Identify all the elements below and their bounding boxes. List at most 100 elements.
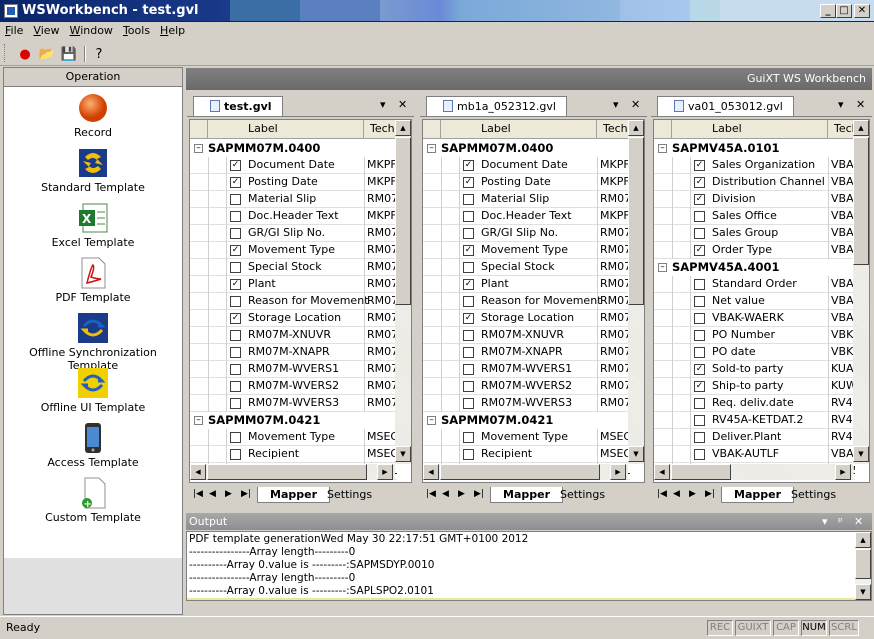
group-row[interactable]: – SAPMV45A.4001 [654, 259, 855, 276]
grid-vscroll[interactable]: ▲ ▼ [395, 120, 411, 464]
table-row[interactable]: Sales Office VBAK [654, 208, 855, 225]
field-checkbox[interactable]: ✓ [694, 194, 705, 205]
bottom-tab-settings[interactable]: Settings [548, 487, 617, 503]
field-checkbox[interactable]: ✓ [463, 313, 474, 324]
table-row[interactable]: RM07M-XNUVR RM07 [190, 327, 397, 344]
panel-close-icon[interactable]: ✕ [398, 98, 407, 111]
operation-excel-template[interactable]: X Excel Template [4, 202, 182, 257]
field-checkbox[interactable] [694, 330, 705, 341]
field-checkbox[interactable]: ✓ [230, 245, 241, 256]
table-row[interactable]: Standard Order VBAK [654, 276, 855, 293]
scroll-up-button[interactable]: ▲ [628, 120, 644, 136]
output-pin-icon[interactable]: ᵖ [838, 513, 843, 530]
field-checkbox[interactable] [230, 194, 241, 205]
field-checkbox[interactable] [230, 364, 241, 375]
field-checkbox[interactable]: ✓ [230, 279, 241, 290]
hscroll-thumb[interactable] [207, 464, 367, 480]
field-checkbox[interactable] [463, 347, 474, 358]
field-checkbox[interactable]: ✓ [694, 177, 705, 188]
mapping-grid[interactable]: Label Tech – SAPMV45A.0101 ✓ Sales Organizati… [653, 119, 870, 483]
field-checkbox[interactable]: ✓ [694, 381, 705, 392]
field-checkbox[interactable] [463, 449, 474, 460]
menu-help[interactable]: Help [155, 22, 190, 39]
table-row[interactable]: ✓ Document Date MKPF [423, 157, 630, 174]
field-checkbox[interactable] [694, 313, 705, 324]
table-row[interactable]: GR/GI Slip No. RM07 [190, 225, 397, 242]
column-header-label[interactable]: Label [672, 120, 828, 139]
output-scroll-thumb[interactable] [855, 549, 871, 579]
collapse-icon[interactable]: – [194, 416, 203, 425]
field-checkbox[interactable] [230, 347, 241, 358]
table-row[interactable]: Deliver.Plant RV45 [654, 429, 855, 446]
maximize-button[interactable]: □ [836, 4, 852, 18]
table-row[interactable]: Net value VBAK [654, 293, 855, 310]
table-row[interactable]: RM07M-WVERS1 RM07 [190, 361, 397, 378]
table-row[interactable]: Material Slip RM07 [190, 191, 397, 208]
bottom-tab-settings[interactable]: Settings [315, 487, 384, 503]
table-row[interactable]: RM07M-WVERS2 RM07 [423, 378, 630, 395]
field-checkbox[interactable] [694, 347, 705, 358]
menu-file[interactable]: File [0, 22, 28, 39]
table-row[interactable]: ✓ Document Date MKPF [190, 157, 397, 174]
field-checkbox[interactable] [463, 194, 474, 205]
field-checkbox[interactable]: ✓ [463, 245, 474, 256]
field-checkbox[interactable]: ✓ [694, 245, 705, 256]
panel-close-icon[interactable]: ✕ [856, 98, 865, 111]
operation-offline-ui-template[interactable]: Offline UI Template [4, 367, 182, 422]
scroll-thumb[interactable] [853, 137, 869, 265]
scroll-left-button[interactable]: ◀ [423, 464, 439, 480]
prev-tab-icon[interactable]: ◀ [673, 489, 680, 499]
prev-tab-icon[interactable]: ◀ [209, 489, 216, 499]
grid-hscroll[interactable]: ◀ ▶ [423, 464, 628, 480]
field-checkbox[interactable] [463, 296, 474, 307]
field-checkbox[interactable] [694, 432, 705, 443]
output-close-icon[interactable]: ✕ [854, 513, 863, 530]
table-row[interactable]: RV45A-KETDAT.2 RV45 [654, 412, 855, 429]
document-tab[interactable]: mb1a_052312.gvl [426, 96, 567, 116]
last-tab-icon[interactable]: ▶| [241, 489, 251, 499]
collapse-icon[interactable]: – [658, 263, 667, 272]
field-checkbox[interactable] [463, 364, 474, 375]
help-icon[interactable]: ? [90, 45, 108, 63]
table-row[interactable]: Movement Type MSEG [423, 429, 630, 446]
field-checkbox[interactable] [230, 398, 241, 409]
table-row[interactable]: ✓ Plant RM07 [423, 276, 630, 293]
scroll-up-button[interactable]: ▲ [395, 120, 411, 136]
last-tab-icon[interactable]: ▶| [705, 489, 715, 499]
menu-window[interactable]: Window [65, 22, 118, 39]
table-row[interactable]: ✓ Sales Organization VBAK [654, 157, 855, 174]
table-row[interactable]: RM07M-WVERS3 RM07 [190, 395, 397, 412]
table-row[interactable]: PO Number VBKD [654, 327, 855, 344]
field-checkbox[interactable] [463, 330, 474, 341]
table-row[interactable]: VBAK-WAERK VBAK [654, 310, 855, 327]
output-scroll-up[interactable]: ▲ [855, 532, 871, 548]
collapse-icon[interactable]: – [427, 144, 436, 153]
next-tab-icon[interactable]: ▶ [458, 489, 465, 499]
panel-close-icon[interactable]: ✕ [631, 98, 640, 111]
table-row[interactable]: ✓ Movement Type RM07 [423, 242, 630, 259]
operation-record[interactable]: Record [4, 92, 182, 147]
record-icon[interactable]: ● [16, 45, 34, 63]
document-tab[interactable]: test.gvl [193, 96, 283, 116]
table-row[interactable]: GR/GI Slip No. RM07 [423, 225, 630, 242]
table-row[interactable]: Recipient MSEG [423, 446, 630, 463]
table-row[interactable]: ✓ Storage Location RM07 [190, 310, 397, 327]
grid-vscroll[interactable]: ▲ ▼ [853, 120, 869, 464]
hscroll-thumb[interactable] [671, 464, 731, 480]
operation-access-template[interactable]: Access Template [4, 422, 182, 477]
table-row[interactable]: Doc.Header Text MKPF [190, 208, 397, 225]
panel-dropdown-icon[interactable]: ▾ [613, 98, 619, 111]
first-tab-icon[interactable]: |◀ [193, 489, 203, 499]
table-row[interactable]: Reason for Movement RM07 [423, 293, 630, 310]
table-row[interactable]: ✓ Posting Date MKPF [190, 174, 397, 191]
field-checkbox[interactable] [694, 449, 705, 460]
table-row[interactable]: PO date VBKD [654, 344, 855, 361]
field-checkbox[interactable] [230, 296, 241, 307]
save-icon[interactable]: 💾 [60, 45, 78, 63]
operation-pdf-template[interactable]: PDF Template [4, 257, 182, 312]
field-checkbox[interactable]: ✓ [463, 279, 474, 290]
table-row[interactable]: Req. deliv.date RV45 [654, 395, 855, 412]
column-header-label[interactable]: Label [208, 120, 364, 139]
menu-tools[interactable]: Tools [118, 22, 155, 39]
table-row[interactable]: Special Stock RM07 [423, 259, 630, 276]
